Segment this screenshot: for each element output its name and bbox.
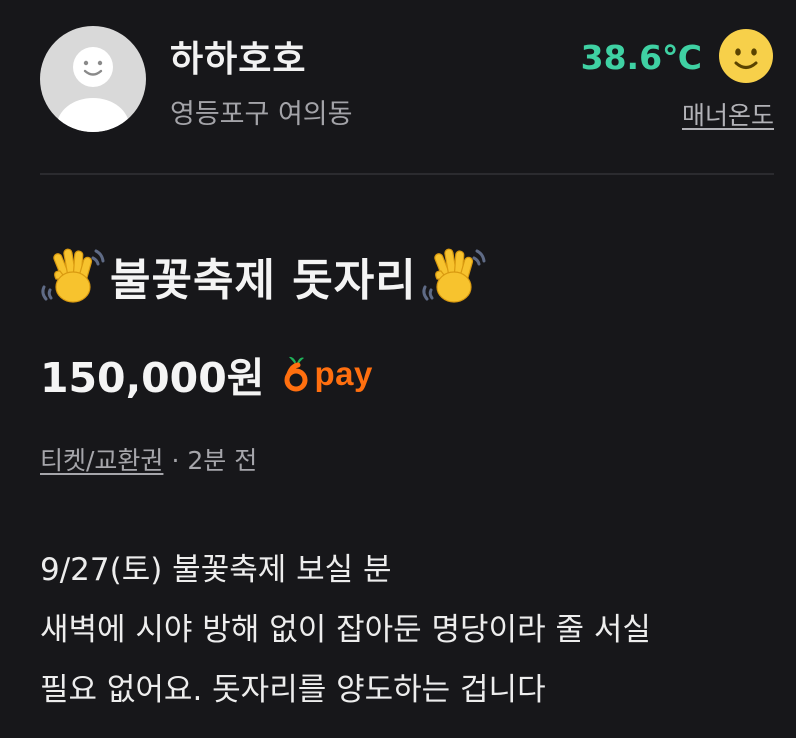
seller-profile[interactable]: 하하호호 영등포구 여의동 38.6℃ 매너온도: [40, 26, 774, 134]
posted-time: 2분 전: [187, 446, 258, 475]
post-description: 9/27(토) 불꽃축제 보실 분 새벽에 시야 방해 없이 잡아둔 명당이라 …: [40, 540, 780, 720]
pay-label: pay: [314, 355, 373, 392]
price: 150,000원: [40, 354, 265, 402]
description-line: 9/27(토) 불꽃축제 보실 분: [40, 552, 392, 588]
karrot-pay-badge: pay: [284, 349, 372, 399]
seller-avatar[interactable]: [40, 26, 146, 132]
category-link[interactable]: 티켓/교환권: [40, 446, 163, 475]
post-title-row: 불꽃축제 돗자리: [38, 238, 489, 314]
manner-temperature-link[interactable]: 매너온도: [682, 96, 774, 132]
smiling-face-icon: [719, 29, 773, 83]
post-title: 불꽃축제 돗자리: [110, 255, 417, 306]
waving-hand-icon: [41, 248, 105, 303]
manner-temperature: 38.6℃: [580, 38, 702, 77]
price-row: 150,000원 pay: [40, 342, 373, 406]
seller-nickname[interactable]: 하하호호: [170, 30, 306, 82]
waving-hand-icon: [422, 248, 486, 303]
description-line: 필요 없어요. 돗자리를 양도하는 겁니다: [40, 672, 546, 708]
default-avatar-icon: [57, 47, 129, 132]
seller-location: 영등포구 여의동: [170, 99, 353, 130]
meta-separator: ·: [171, 446, 180, 475]
divider: [40, 173, 774, 175]
carrot-pay-icon: [284, 356, 308, 392]
description-line: 새벽에 시야 방해 없이 잡아둔 명당이라 줄 서실: [40, 612, 651, 648]
post-meta: 티켓/교환권 · 2분 전: [40, 441, 257, 477]
